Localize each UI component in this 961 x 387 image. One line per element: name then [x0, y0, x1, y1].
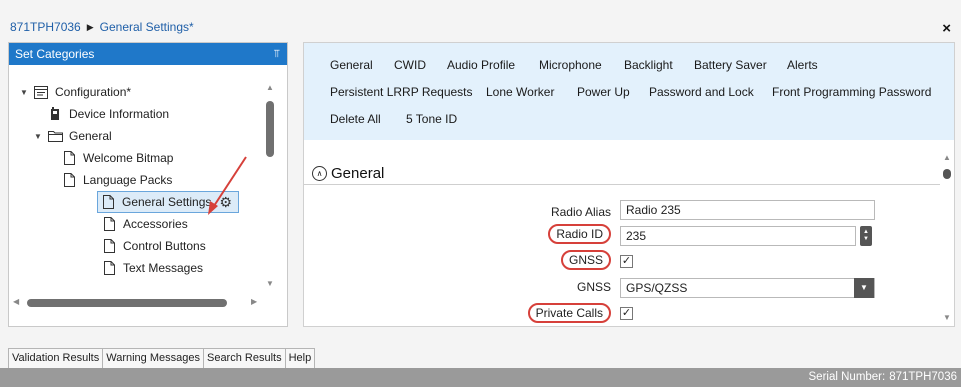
tab-audio-profile[interactable]: Audio Profile	[447, 58, 515, 72]
tab-power-up[interactable]: Power Up	[577, 85, 630, 99]
bottom-tab-strip: Validation Results Warning Messages Sear…	[8, 348, 316, 368]
gnss-select-value: GPS/QZSS	[626, 281, 688, 295]
section-title: General	[331, 165, 385, 182]
scroll-up-icon[interactable]: ▲	[266, 83, 274, 92]
pin-icon[interactable]: ⫪	[274, 43, 280, 65]
tab-search-results[interactable]: Search Results	[202, 348, 286, 368]
gnss-select-label: GNSS	[511, 280, 611, 294]
tab-password-and-lock[interactable]: Password and Lock	[649, 85, 754, 99]
tab-microphone[interactable]: Microphone	[539, 58, 602, 72]
tab-lone-worker[interactable]: Lone Worker	[486, 85, 554, 99]
private-calls-label-text: Private Calls	[527, 303, 611, 323]
scroll-left-icon[interactable]: ◀	[13, 297, 19, 306]
serial-number-value: 871TPH7036	[889, 371, 957, 383]
tab-5-tone-id[interactable]: 5 Tone ID	[406, 112, 457, 126]
breadcrumb-separator-icon: ▶	[86, 21, 94, 32]
document-icon	[98, 195, 118, 209]
gnss-checkbox[interactable]: ✓	[620, 255, 633, 268]
annotation-arrow-icon	[208, 156, 247, 215]
gnss-select-label-text: GNSS	[576, 280, 611, 294]
scroll-right-icon[interactable]: ▶	[251, 297, 257, 306]
breadcrumb: 871TPH7036 ▶ General Settings*	[10, 20, 194, 34]
stepper-up-icon[interactable]: ▲	[863, 229, 869, 236]
panel-title-bar: Set Categories ⫪	[9, 43, 287, 65]
breadcrumb-device[interactable]: 871TPH7036	[10, 20, 81, 34]
tab-battery-saver[interactable]: Battery Saver	[694, 58, 767, 72]
tab-backlight[interactable]: Backlight	[624, 58, 673, 72]
set-categories-panel: Set Categories ⫪ ▼ Configuration* Device…	[8, 42, 288, 327]
expand-arrow-icon[interactable]: ▼	[31, 132, 45, 141]
tree-item-device-information[interactable]: Device Information	[31, 103, 169, 125]
gnss-check-label-text: GNSS	[560, 250, 611, 270]
private-calls-label: Private Calls	[511, 303, 611, 323]
tab-validation-results[interactable]: Validation Results	[8, 348, 104, 368]
radio-alias-label-text: Radio Alias	[550, 205, 611, 219]
folder-icon	[45, 130, 65, 142]
tree-item-configuration[interactable]: ▼ Configuration*	[17, 81, 131, 103]
dropdown-arrow-icon[interactable]: ▼	[854, 278, 874, 298]
scrollbar-thumb[interactable]	[943, 169, 951, 179]
status-bar: Serial Number: 871TPH7036	[0, 368, 961, 387]
panel-title: Set Categories	[15, 47, 95, 61]
tree-item-general[interactable]: ▼ General	[31, 125, 112, 147]
document-icon	[99, 239, 119, 253]
stepper-down-icon[interactable]: ▼	[863, 236, 869, 243]
tree-item-label: Language Packs	[83, 173, 173, 187]
tab-warning-messages[interactable]: Warning Messages	[102, 348, 204, 368]
expand-arrow-icon[interactable]: ▼	[17, 88, 31, 97]
tree-item-accessories[interactable]: Accessories	[99, 213, 188, 235]
tab-help[interactable]: Help	[284, 348, 316, 368]
tree-item-label: Configuration*	[55, 85, 132, 99]
private-calls-checkbox[interactable]: ✓	[620, 307, 633, 320]
tree-item-label: General	[69, 129, 112, 143]
document-icon	[99, 217, 119, 231]
settings-vertical-scrollbar[interactable]: ▲ ▼	[940, 153, 954, 325]
header-bar: 871TPH7036 ▶ General Settings* ×	[0, 0, 961, 40]
serial-number: Serial Number: 871TPH7036	[809, 371, 957, 383]
tree-item-label: Accessories	[123, 217, 188, 231]
radio-id-label-text: Radio ID	[548, 224, 611, 244]
config-icon	[31, 85, 51, 99]
settings-panel: General CWID Audio Profile Microphone Ba…	[303, 42, 955, 327]
tree-horizontal-scrollbar[interactable]: ◀ ▶	[13, 296, 263, 310]
tree-vertical-scrollbar[interactable]: ▲ ▼	[263, 83, 277, 293]
collapse-icon[interactable]: ∧	[312, 166, 327, 181]
scroll-up-icon[interactable]: ▲	[943, 153, 951, 162]
tree-item-label: Control Buttons	[123, 239, 206, 253]
device-icon	[45, 107, 65, 121]
section-header-general[interactable]: ∧ General	[304, 163, 940, 185]
tree-item-label: Welcome Bitmap	[83, 151, 174, 165]
tree-item-label: Text Messages	[123, 261, 204, 275]
tree-item-label: General Settings	[122, 195, 212, 209]
gnss-select[interactable]: GPS/QZSS ▼	[620, 278, 875, 298]
tab-delete-all[interactable]: Delete All	[330, 112, 381, 126]
radio-alias-input[interactable]: Radio 235	[620, 200, 875, 220]
close-icon[interactable]: ×	[942, 21, 951, 36]
gnss-check-label: GNSS	[511, 250, 611, 270]
radio-id-label: Radio ID	[511, 224, 611, 244]
radio-id-input[interactable]: 235	[620, 226, 856, 246]
tab-cwid[interactable]: CWID	[394, 58, 426, 72]
settings-tab-strip: General CWID Audio Profile Microphone Ba…	[304, 43, 954, 140]
document-icon	[99, 261, 119, 275]
tab-general[interactable]: General	[330, 58, 373, 72]
scrollbar-thumb[interactable]	[266, 101, 274, 157]
tab-alerts[interactable]: Alerts	[787, 58, 818, 72]
scrollbar-thumb[interactable]	[27, 299, 227, 307]
scroll-down-icon[interactable]: ▼	[943, 313, 951, 322]
document-icon	[59, 173, 79, 187]
serial-number-label: Serial Number:	[808, 371, 886, 383]
tree-item-language-packs[interactable]: Language Packs	[59, 169, 172, 191]
tree-item-text-messages[interactable]: Text Messages	[99, 257, 203, 279]
radio-id-stepper[interactable]: ▲ ▼	[860, 226, 872, 246]
tree-item-welcome-bitmap[interactable]: Welcome Bitmap	[59, 147, 173, 169]
radio-alias-label: Radio Alias	[511, 205, 611, 219]
tree-item-control-buttons[interactable]: Control Buttons	[99, 235, 206, 257]
scroll-down-icon[interactable]: ▼	[266, 279, 274, 288]
tab-persistent-lrrp-requests[interactable]: Persistent LRRP Requests	[330, 85, 473, 99]
tree-item-label: Device Information	[69, 107, 170, 121]
document-icon	[59, 151, 79, 165]
breadcrumb-page[interactable]: General Settings*	[100, 20, 194, 34]
tab-front-programming-password[interactable]: Front Programming Password	[772, 85, 931, 99]
